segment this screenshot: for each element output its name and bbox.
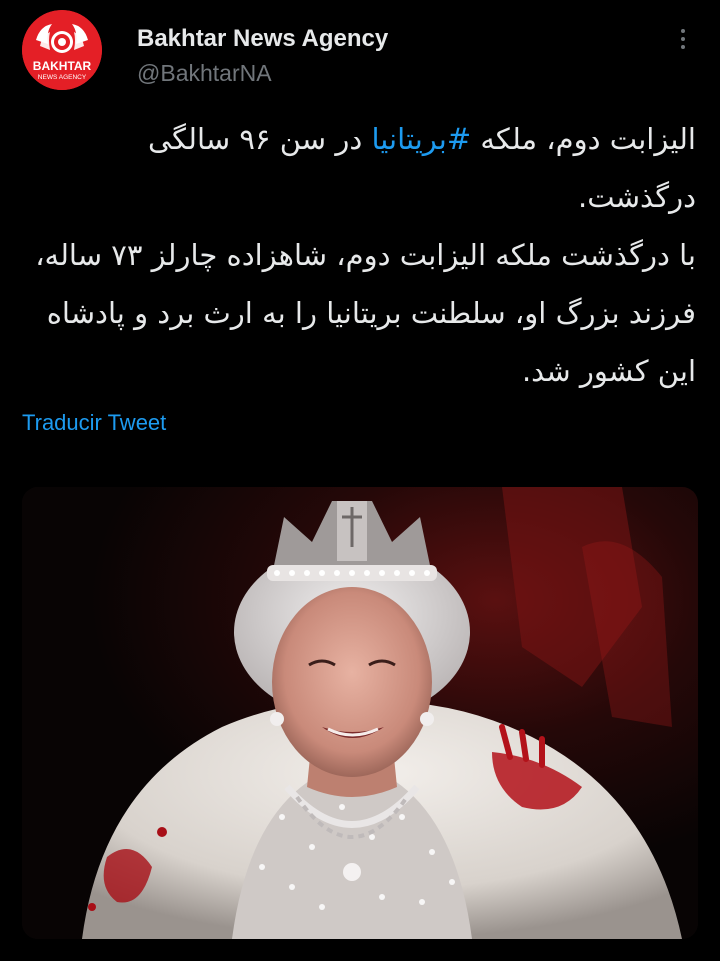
tweet-text-part: الیزابت دوم، ملکه <box>471 122 696 156</box>
more-dot <box>681 29 685 33</box>
bakhtar-logo-icon: BAKHTAR NEWS AGENCY <box>22 10 102 90</box>
more-dot <box>681 37 685 41</box>
avatar[interactable]: BAKHTAR NEWS AGENCY <box>22 10 102 90</box>
hashtag-link[interactable]: #بریتانیا <box>371 122 471 156</box>
more-options-button[interactable] <box>668 22 698 56</box>
logo-text-top: BAKHTAR <box>33 59 92 73</box>
tweet-text: الیزابت دوم، ملکه #بریتانیا در سن ۹۶ سال… <box>22 110 696 400</box>
tweet: BAKHTAR NEWS AGENCY Bakhtar News Agency … <box>0 0 720 961</box>
author-display-name[interactable]: Bakhtar News Agency <box>137 24 388 54</box>
more-dot <box>681 45 685 49</box>
queen-photo-illustration <box>22 487 698 939</box>
logo-text-bottom: NEWS AGENCY <box>38 74 87 81</box>
tweet-paragraph-1: الیزابت دوم، ملکه #بریتانیا در سن ۹۶ سال… <box>22 110 696 226</box>
translate-tweet-link[interactable]: Traducir Tweet <box>22 408 166 438</box>
author-block: Bakhtar News Agency @BakhtarNA <box>137 24 388 88</box>
tweet-photo[interactable] <box>22 487 698 939</box>
author-handle[interactable]: @BakhtarNA <box>137 58 388 88</box>
tweet-paragraph-2: با درگذشت ملکه الیزابت دوم، شاهزاده چارل… <box>35 238 696 388</box>
